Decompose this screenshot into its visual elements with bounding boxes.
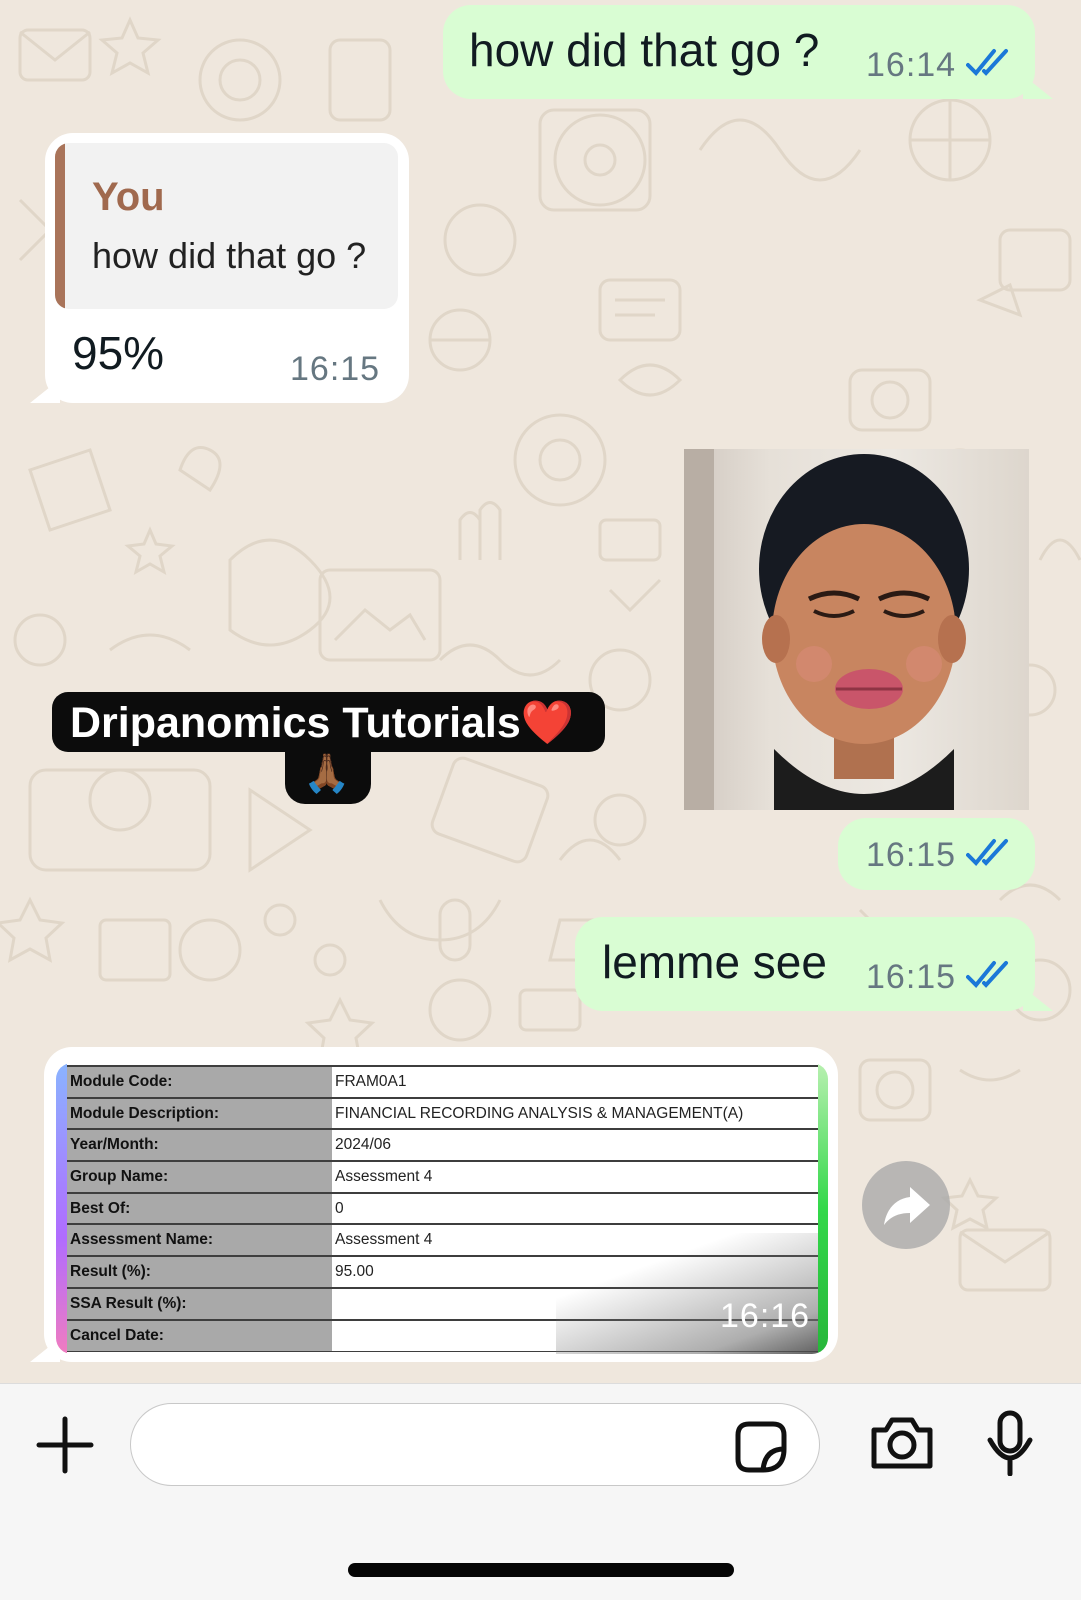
row-label: Cancel Date:: [67, 1318, 332, 1352]
home-indicator: [348, 1563, 734, 1577]
row-label: Best Of:: [67, 1191, 332, 1225]
message-time: 16:15: [290, 350, 381, 388]
photo-illustration: [684, 449, 969, 810]
row-value: FRAM0A1: [332, 1065, 818, 1099]
table-row: Module Code: FRAM0A1: [67, 1065, 818, 1099]
message-text: how did that go ?: [469, 24, 820, 76]
image-right-edge: [818, 1063, 828, 1354]
quote-author: You: [92, 175, 165, 219]
image-left-edge: [56, 1063, 67, 1354]
quote-text: how did that go ?: [92, 235, 367, 276]
message-text: 95%: [72, 327, 165, 379]
row-value: 2024/06: [332, 1128, 818, 1162]
row-label: Year/Month:: [67, 1128, 332, 1162]
table-row: Module Description: FINANCIAL RECORDING A…: [67, 1096, 818, 1130]
photo-message[interactable]: [684, 449, 1029, 810]
forward-icon: [884, 1187, 930, 1225]
row-value: 0: [332, 1191, 818, 1225]
table-row: Best Of: 0: [67, 1191, 818, 1225]
row-label: Module Description:: [67, 1096, 332, 1130]
quoted-reply[interactable]: You how did that go ?: [55, 143, 398, 309]
forward-button[interactable]: [862, 1161, 950, 1249]
message-time: 16:15: [866, 836, 957, 874]
row-value: FINANCIAL RECORDING ANALYSIS & MANAGEMEN…: [332, 1096, 818, 1130]
message-time: 16:16: [720, 1297, 811, 1335]
read-ticks-icon: [966, 49, 1008, 76]
row-label: Group Name:: [67, 1160, 332, 1194]
row-label: Result (%):: [67, 1255, 332, 1289]
read-ticks-icon: [966, 839, 1008, 866]
message-time: 16:15: [866, 958, 957, 996]
microphone-icon[interactable]: [986, 1410, 1034, 1476]
table-row: Year/Month: 2024/06: [67, 1128, 818, 1162]
row-value: Assessment 4: [332, 1160, 818, 1194]
sticker-emoji: 🙏🏾: [303, 753, 351, 795]
sticker-text[interactable]: Dripanomics Tutorials❤️: [70, 698, 574, 748]
sticker-caption: Dripanomics Tutorials❤️: [70, 699, 575, 747]
table-row: Group Name: Assessment 4: [67, 1160, 818, 1194]
results-table-image[interactable]: Module Code: FRAM0A1 Module Description: FI…: [56, 1063, 828, 1354]
sticker-icon[interactable]: [735, 1421, 787, 1473]
camera-icon[interactable]: [870, 1414, 934, 1470]
message-input[interactable]: [130, 1403, 820, 1486]
row-label: Assessment Name:: [67, 1223, 332, 1257]
message-text: lemme see: [602, 936, 827, 988]
chat-background: how did that go ? 16:14 You how did that…: [0, 0, 1081, 1383]
plus-icon[interactable]: [36, 1416, 94, 1474]
message-time: 16:14: [866, 46, 957, 84]
quote-accent-bar: [55, 143, 65, 309]
row-label: Module Code:: [67, 1065, 332, 1099]
row-label: SSA Result (%):: [67, 1286, 332, 1320]
read-ticks-icon: [966, 961, 1008, 988]
